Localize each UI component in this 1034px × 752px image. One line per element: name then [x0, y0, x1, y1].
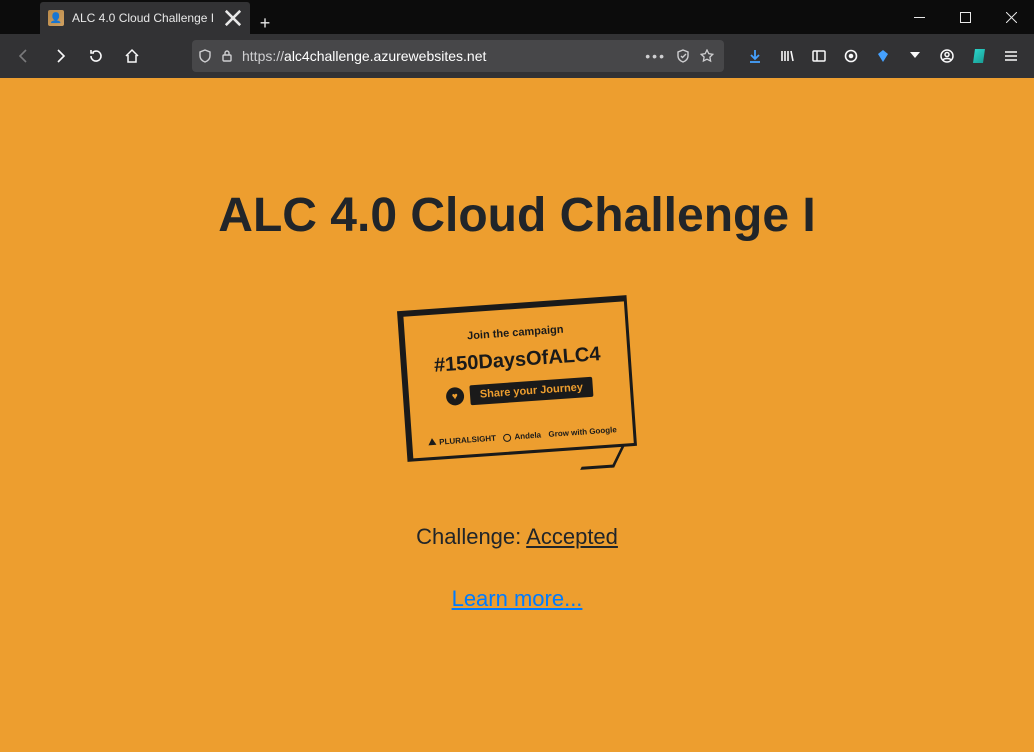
home-button[interactable]	[116, 40, 148, 72]
share-journey-label: Share your Journey	[469, 377, 593, 406]
window-maximize-button[interactable]	[942, 0, 988, 34]
tracking-shield-icon[interactable]	[676, 49, 690, 63]
page-viewport[interactable]: ALC 4.0 Cloud Challenge I Join the campa…	[0, 78, 1034, 752]
bookmark-star-icon[interactable]	[700, 49, 714, 63]
browser-toolbar: https://alc4challenge.azurewebsites.net …	[0, 34, 1034, 78]
campaign-kicker: Join the campaign	[419, 320, 612, 345]
account-icon[interactable]	[932, 40, 962, 72]
app-menu-button[interactable]	[996, 40, 1026, 72]
status-value: Accepted	[526, 524, 618, 549]
tab-title: ALC 4.0 Cloud Challenge I	[72, 11, 216, 25]
page-title: ALC 4.0 Cloud Challenge I	[0, 188, 1034, 243]
window-titlebar: 👤 ALC 4.0 Cloud Challenge I +	[0, 0, 1034, 34]
favicon-icon: 👤	[48, 10, 64, 26]
learn-more-link[interactable]: Learn more...	[452, 586, 583, 612]
sidebar-icon[interactable]	[804, 40, 834, 72]
campaign-hashtag: #150DaysOfALC4	[420, 342, 614, 378]
extension-circle-icon[interactable]	[836, 40, 866, 72]
reload-button[interactable]	[80, 40, 112, 72]
extension-chevron-icon[interactable]	[900, 40, 930, 72]
sponsor-google: Grow with Google	[548, 425, 617, 439]
shield-icon[interactable]	[198, 49, 212, 63]
library-icon[interactable]	[772, 40, 802, 72]
andela-icon	[503, 433, 512, 442]
sponsor-pluralsight: PLURALSIGHT	[439, 434, 496, 447]
campaign-card: Join the campaign #150DaysOfALC4 ♥ Share…	[397, 295, 637, 462]
sponsor-andela: Andela	[514, 430, 541, 441]
url-protocol: https://	[242, 48, 284, 64]
new-tab-button[interactable]: +	[250, 13, 280, 34]
status-prefix: Challenge:	[416, 524, 526, 549]
sponsor-row: PLURALSIGHT Andela Grow with Google	[426, 425, 619, 447]
pluralsight-icon	[428, 438, 436, 446]
back-button[interactable]	[8, 40, 40, 72]
lock-icon[interactable]	[220, 49, 234, 63]
downloads-icon[interactable]	[740, 40, 770, 72]
window-close-button[interactable]	[988, 0, 1034, 34]
challenge-status: Challenge: Accepted	[0, 524, 1034, 550]
close-tab-button[interactable]	[224, 9, 242, 27]
url-text[interactable]: https://alc4challenge.azurewebsites.net	[242, 48, 637, 64]
twitter-icon: ♥	[445, 387, 464, 406]
page-content: ALC 4.0 Cloud Challenge I Join the campa…	[0, 78, 1034, 612]
extension-bing-icon[interactable]	[964, 40, 994, 72]
url-host: alc4challenge.azurewebsites.net	[284, 48, 486, 64]
extension-diamond-icon[interactable]	[868, 40, 898, 72]
window-controls	[896, 0, 1034, 34]
page-actions-icon[interactable]: •••	[645, 48, 666, 64]
campaign-card-frame: Join the campaign #150DaysOfALC4 ♥ Share…	[397, 295, 637, 462]
forward-button[interactable]	[44, 40, 76, 72]
address-bar[interactable]: https://alc4challenge.azurewebsites.net …	[192, 40, 724, 72]
browser-tab-active[interactable]: 👤 ALC 4.0 Cloud Challenge I	[40, 2, 250, 34]
window-minimize-button[interactable]	[896, 0, 942, 34]
tab-strip: 👤 ALC 4.0 Cloud Challenge I +	[0, 0, 280, 34]
